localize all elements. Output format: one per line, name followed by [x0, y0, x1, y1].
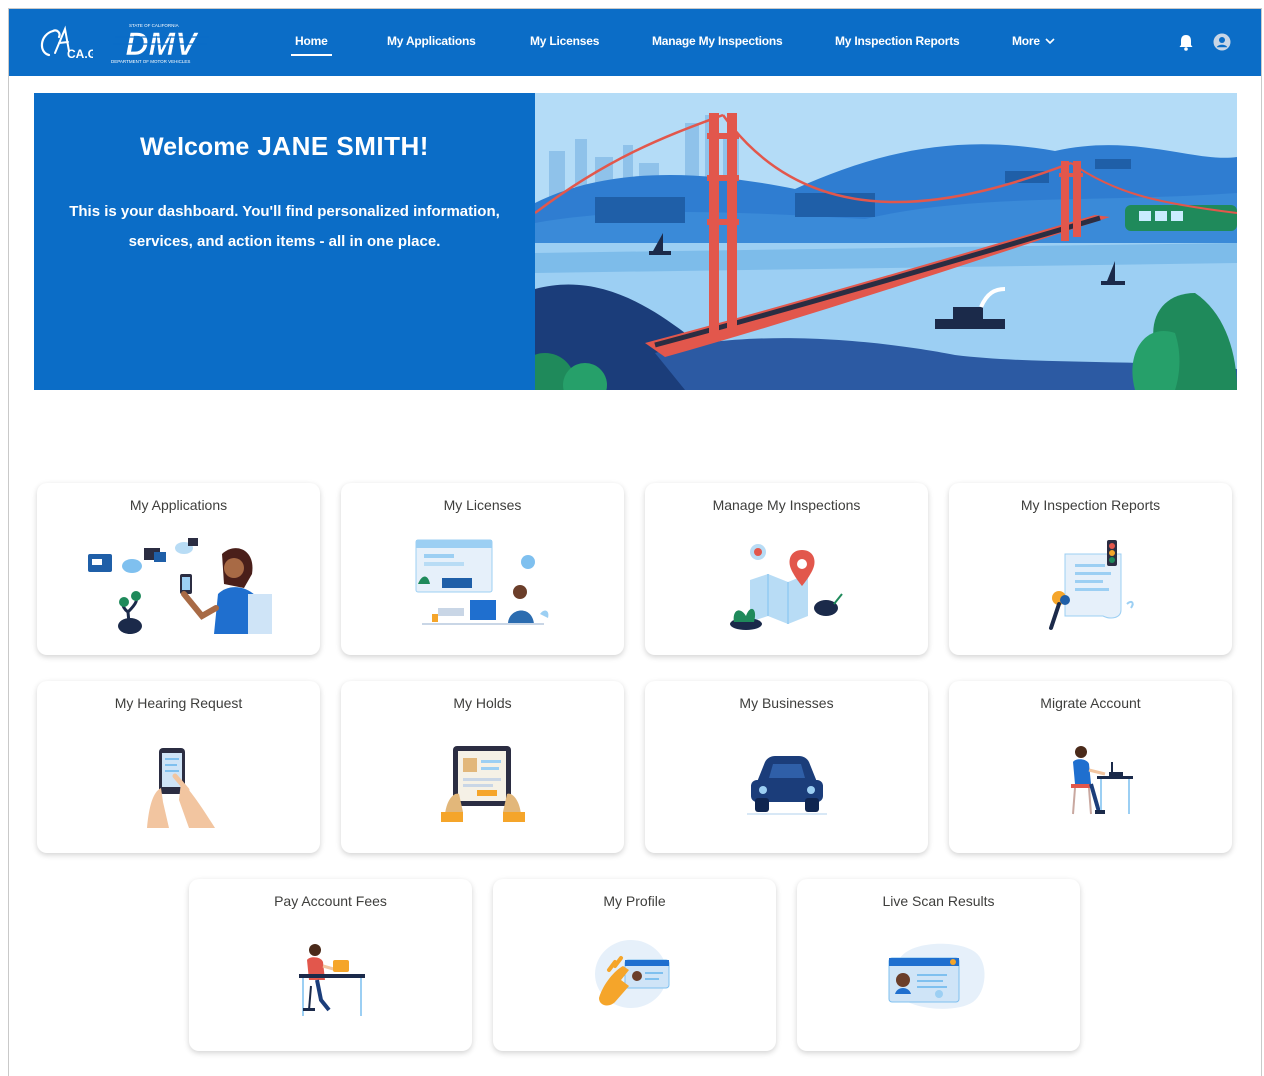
inspection-report-illustration: [1048, 540, 1134, 630]
tile-title: Pay Account Fees: [274, 893, 387, 909]
tile-my-inspection-reports[interactable]: My Inspection Reports: [949, 483, 1232, 655]
welcome-subtitle: This is your dashboard. You'll find pers…: [69, 203, 500, 250]
tile-title: Migrate Account: [1040, 695, 1141, 711]
welcome-label: Welcome: [140, 133, 250, 161]
dmv-logo-bottom-text: DEPARTMENT OF MOTOR VEHICLES: [111, 59, 190, 64]
nav-more-label: More: [1012, 34, 1040, 48]
tile-my-holds[interactable]: My Holds: [341, 681, 624, 853]
welcome-banner: Welcome JANE SMITH! This is your dashboar…: [34, 93, 1237, 390]
tile-title: My Applications: [129, 497, 228, 513]
golden-gate-bridge-illustration: [535, 93, 1237, 390]
tile-my-profile[interactable]: My Profile: [493, 879, 776, 1051]
tile-my-licenses[interactable]: My Licenses: [341, 483, 624, 655]
phone-in-hand-illustration: [146, 748, 215, 828]
nav-my-licenses[interactable]: My Licenses: [530, 34, 599, 48]
person-paying-at-desk-illustration: [298, 944, 365, 1016]
tile-title: Live Scan Results: [882, 893, 995, 909]
tile-title: My Holds: [453, 695, 512, 711]
nav-my-inspection-reports[interactable]: My Inspection Reports: [835, 34, 960, 48]
tile-pay-account-fees[interactable]: Pay Account Fees: [189, 879, 472, 1051]
california-id-card-illustration: [888, 943, 985, 1009]
welcome-panel: Welcome JANE SMITH! This is your dashboar…: [34, 93, 535, 390]
tile-title: My Hearing Request: [114, 695, 243, 711]
id-card-in-hand-illustration: [594, 940, 669, 1008]
tile-title: Manage My Inspections: [712, 497, 861, 513]
car-illustration: [746, 756, 827, 815]
tile-my-hearing-request[interactable]: My Hearing Request: [37, 681, 320, 853]
nav-home[interactable]: Home: [291, 34, 332, 56]
ca-gov-logo-text: CA.GOV: [67, 47, 93, 61]
user-avatar-icon[interactable]: [1212, 32, 1232, 52]
bell-icon[interactable]: [1176, 32, 1196, 52]
person-at-desk-illustration: [1070, 746, 1133, 815]
tablet-in-hands-illustration: [440, 746, 525, 822]
woman-with-phone-illustration: [87, 538, 272, 634]
tile-live-scan-results[interactable]: Live Scan Results: [797, 879, 1080, 1051]
tile-title: My Profile: [603, 893, 666, 909]
user-name: JANE SMITH!: [257, 131, 429, 161]
ca-gov-logo[interactable]: CA.GOV: [37, 23, 93, 63]
tile-title: My Businesses: [739, 695, 834, 711]
top-navigation-bar: CA.GOV STATE OF CALIFORNIA DMV DEPARTMEN…: [9, 9, 1261, 76]
tile-title: My Licenses: [443, 497, 522, 513]
nav-manage-my-inspections[interactable]: Manage My Inspections: [652, 34, 783, 48]
dmv-logo[interactable]: STATE OF CALIFORNIA DMV DEPARTMENT OF MO…: [109, 21, 213, 65]
welcome-heading: Welcome JANE SMITH!: [34, 131, 535, 162]
nav-my-applications[interactable]: My Applications: [387, 34, 476, 48]
tile-my-businesses[interactable]: My Businesses: [645, 681, 928, 853]
chevron-down-icon: [1045, 38, 1055, 45]
nav-more-menu[interactable]: More: [1012, 34, 1056, 48]
tile-title: My Inspection Reports: [1020, 497, 1161, 513]
license-desk-illustration: [415, 539, 548, 625]
tile-my-applications[interactable]: My Applications: [37, 483, 320, 655]
map-pin-illustration: [729, 544, 843, 630]
tile-migrate-account[interactable]: Migrate Account: [949, 681, 1232, 853]
tile-manage-my-inspections[interactable]: Manage My Inspections: [645, 483, 928, 655]
